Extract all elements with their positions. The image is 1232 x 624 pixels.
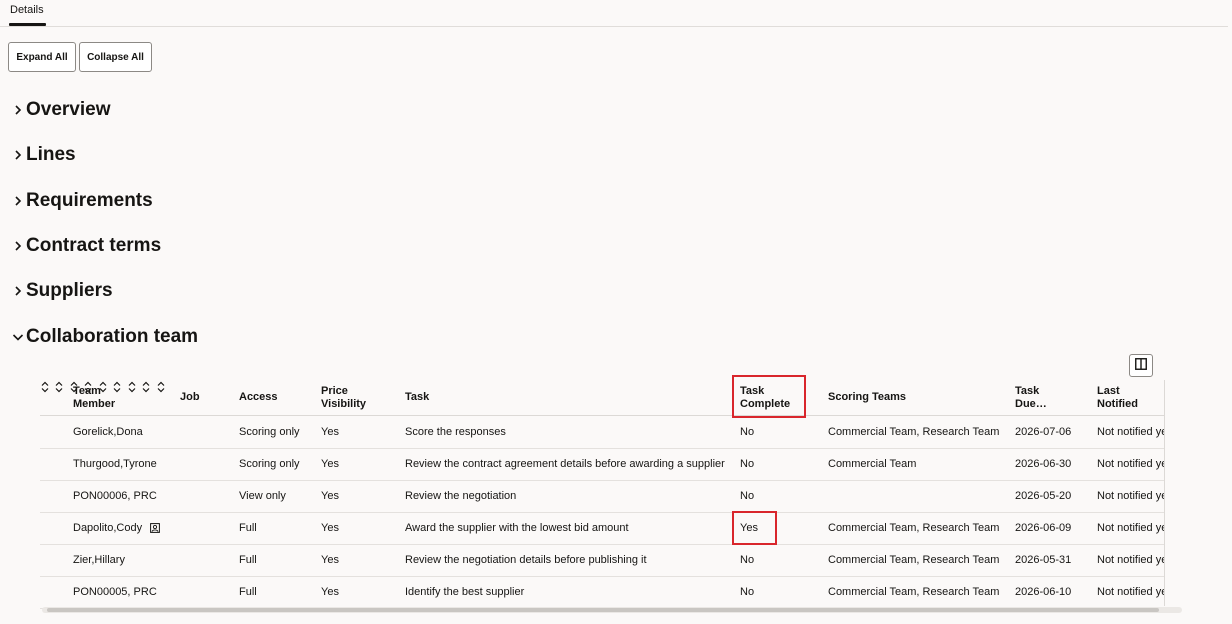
cell-access: Full — [239, 521, 257, 534]
cell-price-visibility: Yes — [321, 585, 339, 598]
active-tab-indicator — [9, 23, 46, 26]
section-lines[interactable]: Lines — [10, 143, 76, 167]
cell-last-notified: Not notified yet — [1097, 457, 1164, 470]
sort-icon[interactable] — [141, 381, 151, 398]
column-header-task-complete[interactable]: Task Complete — [740, 380, 790, 415]
cell-last-notified: Not notified yet — [1097, 521, 1164, 534]
cell-team-member: Gorelick,Dona — [73, 425, 143, 438]
tab-details[interactable]: Details — [10, 4, 44, 16]
column-header-access[interactable]: Access — [239, 380, 278, 415]
sort-icon[interactable] — [156, 381, 166, 398]
cell-team-member: PON00005, PRC — [73, 585, 157, 598]
column-header-task-due[interactable]: Task Due… — [1015, 380, 1047, 415]
cell-task: Award the supplier with the lowest bid a… — [405, 521, 629, 534]
cell-team-member: Zier,Hillary — [73, 553, 125, 566]
cell-scoring-teams: Commercial Team, Research Team — [828, 425, 1000, 438]
cell-access: Scoring only — [239, 425, 300, 438]
person-card-icon[interactable] — [150, 522, 160, 533]
cell-task-due: 2026-07-06 — [1015, 425, 1072, 438]
cell-access: Full — [239, 585, 257, 598]
cell-task-complete: No — [740, 425, 755, 438]
cell-task-complete: No — [740, 489, 755, 502]
column-header-scoring-teams[interactable]: Scoring Teams — [828, 380, 906, 415]
expand-all-button[interactable]: Expand All — [8, 42, 76, 72]
cell-last-notified: Not notified yet — [1097, 585, 1164, 598]
section-suppliers[interactable]: Suppliers — [10, 279, 113, 303]
cell-price-visibility: Yes — [321, 489, 339, 502]
section-title: Contract terms — [26, 235, 162, 256]
cell-task-complete: No — [740, 553, 755, 566]
column-header-last-notified[interactable]: Last Notified — [1097, 380, 1138, 415]
cell-task-due: 2026-05-31 — [1015, 553, 1072, 566]
table-row[interactable]: Gorelick,Dona Scoring only Yes Score the… — [40, 416, 1164, 449]
chevron-right-icon — [10, 147, 26, 163]
column-header-price-visibility[interactable]: Price Visibility — [321, 380, 366, 415]
column-header-job[interactable]: Job — [180, 380, 200, 415]
table-row[interactable]: Thurgood,Tyrone Scoring only Yes Review … — [40, 448, 1164, 481]
cell-task: Identify the best supplier — [405, 585, 525, 598]
table-header: Team Member Job Access Price Visibility Ta… — [40, 380, 1164, 416]
cell-task: Review the negotiation — [405, 489, 517, 502]
tab-bar: Details — [0, 0, 1228, 27]
section-title: Requirements — [26, 190, 153, 211]
cell-task-complete: Yes — [740, 521, 758, 534]
cell-price-visibility: Yes — [321, 425, 339, 438]
section-title: Overview — [26, 99, 111, 120]
sort-icon[interactable] — [40, 381, 50, 398]
member-name: Dapolito,Cody — [73, 521, 143, 534]
cell-task-complete: No — [740, 457, 755, 470]
cell-task-due: 2026-06-30 — [1015, 457, 1072, 470]
cell-task: Review the contract agreement details be… — [405, 457, 725, 470]
cell-task-due: 2026-05-20 — [1015, 489, 1072, 502]
cell-task-due: 2026-06-10 — [1015, 585, 1072, 598]
collapse-all-button[interactable]: Collapse All — [79, 42, 152, 72]
chevron-right-icon — [10, 238, 26, 254]
cell-last-notified: Not notified yet — [1097, 553, 1164, 566]
cell-task: Score the responses — [405, 425, 506, 438]
table-row[interactable]: Zier,Hillary Full Yes Review the negotia… — [40, 544, 1164, 577]
section-requirements[interactable]: Requirements — [10, 189, 153, 213]
cell-team-member: Dapolito,Cody — [73, 512, 160, 543]
cell-task: Review the negotiation details before pu… — [405, 553, 647, 566]
cell-price-visibility: Yes — [321, 521, 339, 534]
section-title: Collaboration team — [26, 326, 199, 347]
cell-team-member: Thurgood,Tyrone — [73, 457, 157, 470]
table-row[interactable]: PON00006, PRC View only Yes Review the n… — [40, 480, 1164, 513]
cell-scoring-teams: Commercial Team, Research Team — [828, 521, 1000, 534]
cell-last-notified: Not notified yet — [1097, 425, 1164, 438]
column-panel-toggle-button[interactable] — [1129, 354, 1153, 377]
cell-price-visibility: Yes — [321, 553, 339, 566]
section-title: Lines — [26, 144, 76, 165]
cell-access: View only — [239, 489, 286, 502]
cell-scoring-teams: Commercial Team, Research Team — [828, 553, 1000, 566]
cell-task-complete: No — [740, 585, 755, 598]
cell-access: Scoring only — [239, 457, 300, 470]
chevron-down-icon — [10, 329, 26, 345]
cell-scoring-teams: Commercial Team, Research Team — [828, 585, 1000, 598]
chevron-right-icon — [10, 193, 26, 209]
sort-icon[interactable] — [54, 381, 64, 398]
section-collaboration-team[interactable]: Collaboration team — [10, 325, 198, 349]
cell-access: Full — [239, 553, 257, 566]
column-header-task[interactable]: Task — [405, 380, 429, 415]
columns-icon — [1135, 357, 1147, 375]
cell-price-visibility: Yes — [321, 457, 339, 470]
cell-last-notified: Not notified yet — [1097, 489, 1164, 502]
horizontal-scrollbar-thumb[interactable] — [47, 608, 1159, 612]
chevron-right-icon — [10, 283, 26, 299]
table-edge-divider — [1164, 380, 1165, 606]
column-header-team-member[interactable]: Team Member — [73, 380, 115, 415]
chevron-right-icon — [10, 102, 26, 118]
collaboration-team-table: Team Member Job Access Price Visibility Ta… — [40, 380, 1164, 612]
cell-task-due: 2026-06-09 — [1015, 521, 1072, 534]
table-row[interactable]: Dapolito,Cody Full Yes Award the supplie… — [40, 512, 1164, 545]
section-contract-terms[interactable]: Contract terms — [10, 234, 161, 258]
cell-scoring-teams: Commercial Team — [828, 457, 917, 470]
section-overview[interactable]: Overview — [10, 98, 111, 122]
section-title: Suppliers — [26, 280, 113, 301]
cell-team-member: PON00006, PRC — [73, 489, 157, 502]
table-row[interactable]: PON00005, PRC Full Yes Identify the best… — [40, 576, 1164, 609]
sort-icon[interactable] — [127, 381, 137, 398]
